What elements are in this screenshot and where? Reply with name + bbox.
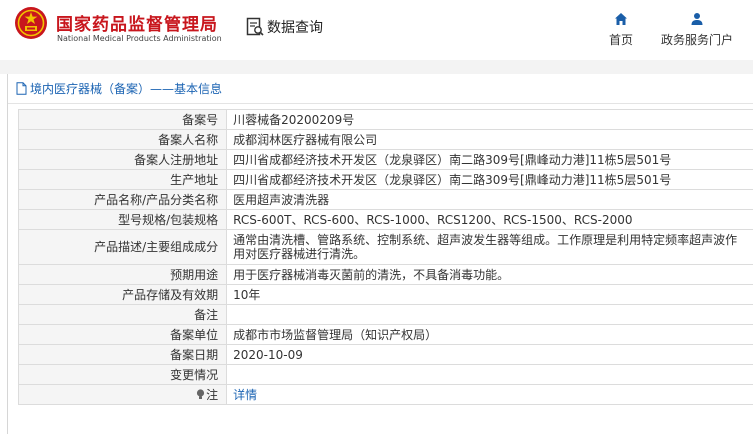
- search-document-icon: [246, 17, 264, 36]
- site-header: 国家药品监督管理局 National Medical Products Admi…: [0, 0, 753, 60]
- table-row: 生产地址 四川省成都经济技术开发区（龙泉驿区）南二路309号[鼎峰动力港]11栋…: [17, 169, 753, 190]
- table-row: 备案人注册地址 四川省成都经济技术开发区（龙泉驿区）南二路309号[鼎峰动力港]…: [17, 149, 753, 170]
- panel-title: 境内医疗器械（备案）——基本信息: [30, 82, 223, 96]
- field-label: 变更情况: [17, 364, 228, 385]
- field-label: 备案人名称: [17, 129, 228, 150]
- table-row: 注 详情: [17, 384, 753, 405]
- field-value: 10年: [226, 284, 753, 305]
- detail-cell: 详情: [226, 384, 753, 405]
- table-row: 备案单位 成都市市场监督管理局（知识产权局）: [17, 324, 753, 345]
- nav-gov-service-label: 政务服务门户: [660, 33, 733, 47]
- site-name-en: National Medical Products Administration: [57, 34, 222, 43]
- table-row: 备案日期 2020-10-09: [17, 344, 753, 365]
- field-label: 型号规格/包装规格: [17, 209, 228, 230]
- field-value: [226, 364, 753, 385]
- field-label: 产品名称/产品分类名称: [17, 189, 228, 210]
- document-icon: [16, 82, 27, 95]
- field-label: 备案日期: [17, 344, 228, 365]
- table-row: 型号规格/包装规格 RCS-600T、RCS-600、RCS-1000、RCS1…: [17, 209, 753, 230]
- lightbulb-icon: [197, 388, 205, 399]
- field-label: 产品存储及有效期: [17, 284, 228, 305]
- table-row: 备案人名称 成都润林医疗器械有限公司: [17, 129, 753, 150]
- field-label: 备案人注册地址: [17, 149, 228, 170]
- field-value: 四川省成都经济技术开发区（龙泉驿区）南二路309号[鼎峰动力港]11栋5层501…: [226, 149, 753, 170]
- table-row: 预期用途 用于医疗器械消毒灭菌前的清洗，不具备消毒功能。: [17, 264, 753, 285]
- national-emblem-icon: [15, 7, 47, 39]
- field-value: 成都润林医疗器械有限公司: [226, 129, 753, 150]
- header-separator: [0, 60, 753, 74]
- table-row: 产品描述/主要组成成分 通常由清洗槽、管路系统、控制系统、超声波发生器等组成。工…: [17, 229, 753, 265]
- field-value: 用于医疗器械消毒灭菌前的清洗，不具备消毒功能。: [226, 264, 753, 285]
- site-name-cn: 国家药品监督管理局: [56, 15, 218, 35]
- nav-home-label: 首页: [608, 33, 633, 47]
- field-label: 预期用途: [17, 264, 228, 285]
- panel-title-bar: 境内医疗器械（备案）——基本信息: [8, 74, 753, 104]
- field-label: 生产地址: [17, 169, 228, 190]
- detail-link[interactable]: 详情: [233, 388, 257, 402]
- field-value: 四川省成都经济技术开发区（龙泉驿区）南二路309号[鼎峰动力港]11栋5层501…: [226, 169, 753, 190]
- record-panel: 境内医疗器械（备案）——基本信息 备案号 川蓉械备20200209号 备案人名称…: [7, 74, 753, 434]
- field-value: 医用超声波清洗器: [226, 189, 753, 210]
- record-detail-table: 备案号 川蓉械备20200209号 备案人名称 成都润林医疗器械有限公司 备案人…: [17, 109, 753, 405]
- field-label: 产品描述/主要组成成分: [17, 229, 228, 265]
- data-query-link[interactable]: 数据查询: [246, 16, 323, 38]
- data-query-label: 数据查询: [267, 20, 323, 36]
- field-label: 备案号: [17, 109, 228, 130]
- table-row: 产品存储及有效期 10年: [17, 284, 753, 305]
- field-label: 备注: [17, 304, 228, 325]
- user-icon: [691, 13, 703, 25]
- field-value: 成都市市场监督管理局（知识产权局）: [226, 324, 753, 345]
- note-label-cell: 注: [17, 384, 228, 405]
- field-value: 通常由清洗槽、管路系统、控制系统、超声波发生器等组成。工作原理是利用特定频率超声…: [226, 229, 753, 265]
- home-icon: [615, 13, 627, 25]
- field-value: RCS-600T、RCS-600、RCS-1000、RCS1200、RCS-15…: [226, 209, 753, 230]
- nav-gov-service[interactable]: 政务服务门户: [656, 12, 738, 48]
- field-value: 川蓉械备20200209号: [226, 109, 753, 130]
- nav-home[interactable]: 首页: [601, 12, 641, 48]
- field-value: [226, 304, 753, 325]
- table-row: 变更情况: [17, 364, 753, 385]
- table-row: 备注: [17, 304, 753, 325]
- field-value: 2020-10-09: [226, 344, 753, 365]
- field-label: 备案单位: [17, 324, 228, 345]
- field-label: 注: [206, 387, 219, 402]
- table-row: 产品名称/产品分类名称 医用超声波清洗器: [17, 189, 753, 210]
- table-row: 备案号 川蓉械备20200209号: [17, 109, 753, 130]
